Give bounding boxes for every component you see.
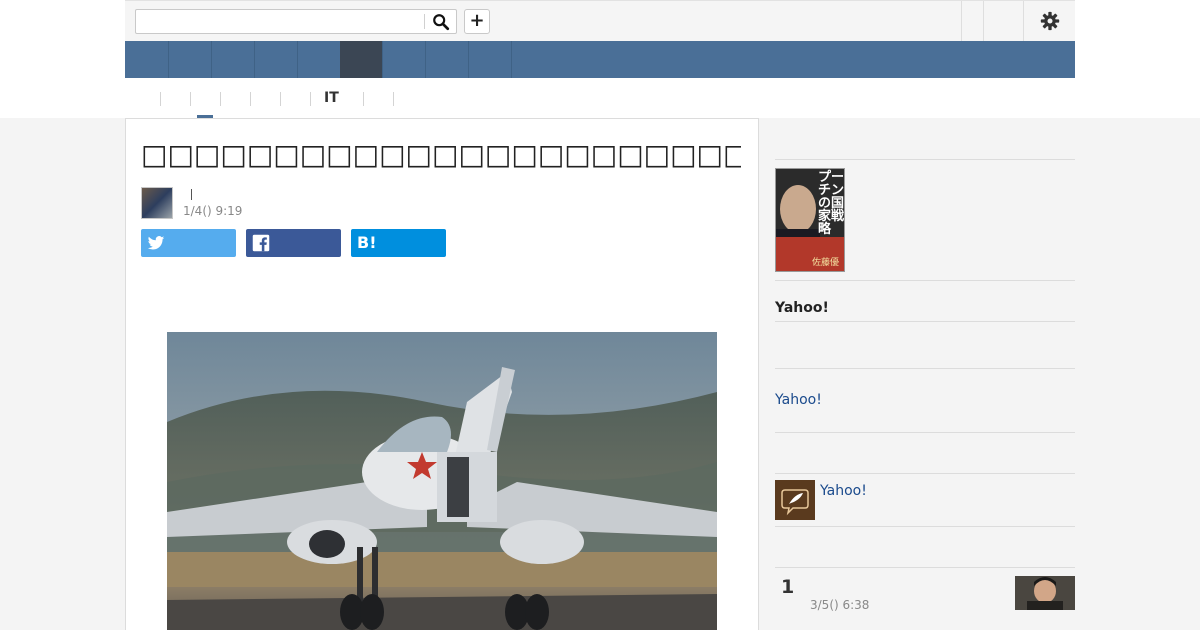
toolbar-divider [961, 1, 962, 41]
nav-item[interactable] [469, 41, 512, 78]
nav-item[interactable] [383, 41, 426, 78]
sidebar-divider [775, 526, 1075, 527]
ranking-date: 3/5() 6:38 [810, 598, 870, 612]
ranking-thumbnail-art [1015, 576, 1075, 610]
tab-divider [190, 92, 191, 106]
hatena-label: B! [357, 233, 377, 252]
sidebar-divider [775, 321, 1075, 322]
tab-it[interactable]: IT [324, 90, 339, 106]
toolbar-divider [983, 1, 984, 41]
toolbar-divider [1023, 1, 1024, 41]
sidebar-divider [775, 280, 1075, 281]
category-tabs [125, 78, 1075, 118]
nav-item[interactable] [125, 41, 169, 78]
nav-item[interactable] [426, 41, 469, 78]
search-divider [424, 14, 425, 29]
nav-item[interactable] [255, 41, 298, 78]
nav-item[interactable] [212, 41, 255, 78]
sidebar-link[interactable]: Yahoo! [775, 392, 822, 408]
tab-divider [280, 92, 281, 106]
article-date: 1/4() 9:19 [183, 204, 243, 218]
facebook-share-button[interactable] [246, 229, 341, 257]
tab-divider [310, 92, 311, 106]
add-button[interactable]: + [464, 9, 490, 34]
feather-icon[interactable] [775, 480, 815, 520]
article-title: □□□□□□□□□□□□□□□□□□□□□□□□□□□□ [141, 138, 741, 171]
twitter-share-button[interactable] [141, 229, 236, 257]
sidebar-link[interactable]: Yahoo! [820, 483, 867, 499]
book-author: 佐藤優 [812, 258, 840, 268]
top-bar: + [125, 0, 1075, 41]
tab-divider [363, 92, 364, 106]
sidebar-divider [775, 473, 1075, 474]
sidebar-divider [775, 159, 1075, 160]
sidebar-divider [775, 567, 1075, 568]
feather-icon-art [775, 480, 815, 520]
author-divider [191, 189, 192, 200]
gear-icon[interactable] [1040, 11, 1060, 31]
nav-item[interactable] [298, 41, 341, 78]
nav-item-active[interactable] [340, 41, 383, 78]
main-nav [125, 41, 1075, 78]
tab-divider [160, 92, 161, 106]
facebook-icon [252, 234, 270, 252]
sidebar-divider [775, 368, 1075, 369]
tab-divider [393, 92, 394, 106]
hatena-bookmark-button[interactable]: B! [351, 229, 446, 257]
sidebar-heading: Yahoo! [775, 300, 829, 316]
nav-item[interactable] [169, 41, 212, 78]
book-cover[interactable]: プーチンの国家戦略 佐藤優 [775, 168, 845, 272]
tab-divider [250, 92, 251, 106]
ranking-thumbnail[interactable] [1015, 576, 1075, 610]
sidebar-divider [775, 432, 1075, 433]
tab-divider [220, 92, 221, 106]
article-photo [167, 332, 717, 630]
search-input[interactable] [135, 9, 457, 34]
ranking-number: 1 [781, 576, 795, 598]
twitter-icon [147, 236, 165, 250]
author-avatar[interactable] [141, 187, 173, 219]
book-title: プーチンの国家戦略 [818, 170, 845, 237]
search-icon[interactable] [432, 13, 450, 31]
